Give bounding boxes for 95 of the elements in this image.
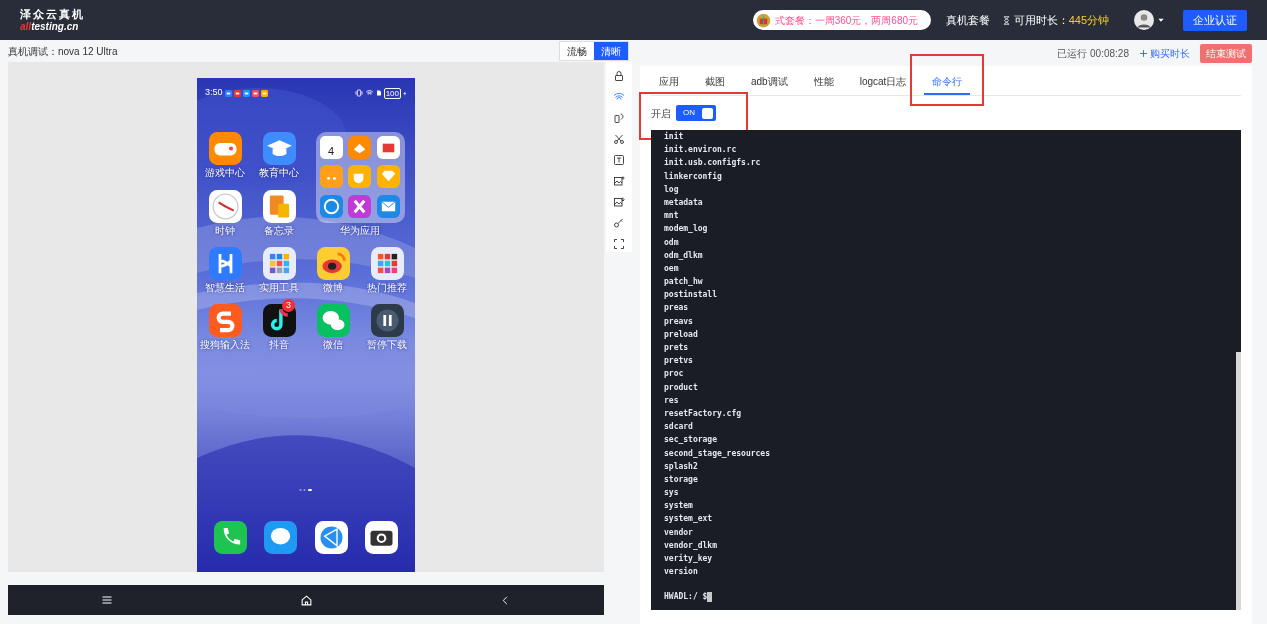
terminal-line: system	[664, 500, 694, 513]
key-icon[interactable]	[613, 217, 625, 229]
terminal-line: preavs	[664, 315, 694, 328]
app-label: 游戏中心	[205, 167, 245, 179]
tab[interactable]: logcat日志	[851, 70, 915, 95]
buy-time-link[interactable]: 购买时长	[1139, 45, 1190, 61]
app-label: 备忘录	[264, 224, 294, 237]
terminal-line: pretvs	[664, 355, 694, 368]
time-label: 可用时长：	[1013, 12, 1069, 28]
fullscreen-icon[interactable]	[613, 238, 625, 250]
app-label: 暂停下载	[367, 339, 407, 351]
app-label: 时钟	[215, 224, 235, 237]
lock-icon[interactable]	[613, 70, 625, 82]
battery-level: 100	[383, 87, 401, 99]
terminal-line: vendor	[664, 526, 694, 539]
calendar-day: 4	[327, 143, 335, 159]
terminal-line: proc	[664, 368, 685, 381]
terminal-line: init	[664, 130, 685, 143]
terminal-line: preload	[664, 328, 699, 341]
chat-bubble-icon[interactable]	[264, 521, 298, 554]
terminal-line: init.usb.configfs.rc	[664, 156, 762, 170]
terminal-line: odm_dlkm	[664, 249, 704, 262]
cert-button[interactable]: 企业认证	[1183, 9, 1247, 31]
avatar-icon[interactable]	[1134, 10, 1154, 30]
terminal-line: postinstall	[664, 288, 718, 302]
tab[interactable]: 命令行	[924, 70, 971, 95]
hourglass-icon	[1001, 14, 1011, 26]
app-label: 微博	[323, 282, 343, 294]
cursor	[707, 592, 713, 603]
terminal-line: res	[664, 394, 680, 407]
app-label: 抖音	[269, 339, 289, 351]
app-label: 智慧生活	[205, 282, 245, 294]
caret-icon[interactable]	[1157, 16, 1165, 24]
folder-label: 华为应用	[340, 225, 380, 237]
tab[interactable]: 应用	[651, 70, 687, 95]
terminal-line: resetFactory.cfg	[664, 407, 743, 420]
charging-icon	[403, 89, 407, 97]
app-label: 教育中心	[259, 167, 299, 179]
shell-label: 开启	[651, 106, 671, 121]
vibrate-icon	[354, 89, 363, 97]
gift-icon	[755, 12, 771, 28]
app-label: 实用工具	[259, 282, 299, 294]
terminal-line: verity_key	[664, 552, 714, 565]
image-download-icon[interactable]	[613, 196, 625, 208]
text-box-icon[interactable]	[613, 154, 625, 166]
time-value: 445分钟	[1068, 12, 1109, 28]
terminal-line: prets	[664, 342, 690, 354]
terminal-line: second_stage_resources	[664, 447, 771, 460]
tab[interactable]: 截图	[697, 70, 733, 95]
rotate-icon[interactable]	[613, 112, 625, 124]
page-indicator-icon	[298, 488, 314, 492]
logo-title: 泽众云真机	[20, 8, 85, 20]
terminal-line: sec_storage	[664, 434, 718, 447]
terminal-line: version	[664, 565, 699, 579]
terminal-line: system_ext	[664, 513, 714, 526]
terminal-line: linkerconfig	[664, 170, 723, 183]
terminal-line: oem	[664, 262, 680, 275]
device-title: 真机调试：nova 12 Ultra	[8, 44, 118, 59]
home-icon[interactable]	[300, 593, 313, 607]
terminal-line: odm	[664, 236, 680, 249]
terminal-line: storage	[664, 473, 699, 486]
camera-icon[interactable]	[365, 521, 399, 554]
status-time: 3:50	[205, 86, 223, 100]
menu-icon[interactable]	[101, 594, 114, 606]
logo-subtitle: alltesting.cn	[20, 21, 80, 32]
app-label: 搜狗输入法	[200, 339, 250, 351]
tab[interactable]: adb调试	[743, 70, 796, 95]
app-folder[interactable]: 4	[315, 132, 405, 223]
terminal-line: vendor_dlkm	[664, 539, 718, 552]
terminal-line: sdcard	[664, 421, 694, 434]
sim-card-icon	[375, 89, 382, 97]
app-label: 热门推荐	[367, 282, 407, 294]
terminal-line: modem_log	[664, 223, 709, 236]
terminal-line: log	[664, 183, 680, 196]
terminal-line: splash2	[664, 460, 699, 473]
app-label: 微信	[323, 339, 343, 351]
terminal-line: init.environ.rc	[664, 143, 738, 157]
terminal-line: product	[664, 381, 699, 394]
terminal-line: preas	[664, 302, 690, 315]
image-upload-icon[interactable]	[613, 175, 625, 187]
terminal-line: mnt	[664, 210, 680, 223]
toggle-switch[interactable]: ON	[676, 105, 716, 121]
wifi-icon[interactable]	[613, 91, 625, 103]
terminal-line: metadata	[664, 196, 704, 209]
terminal-line: sys	[664, 487, 680, 500]
promo-text: 式套餐：一周360元，两周680元	[774, 13, 918, 28]
elapsed-time: 已运行 00:08:28	[1057, 46, 1129, 61]
quality-tab[interactable]: 清晰	[594, 42, 628, 60]
shell-prompt: HWADL:/ $	[664, 591, 708, 604]
scissors-icon[interactable]	[613, 133, 625, 145]
wifi-icon	[364, 89, 374, 97]
terminal-line: patch_hw	[664, 276, 704, 289]
plan-link[interactable]: 真机套餐	[945, 11, 990, 29]
tab[interactable]: 性能	[805, 70, 842, 95]
plus-icon	[1139, 48, 1148, 58]
